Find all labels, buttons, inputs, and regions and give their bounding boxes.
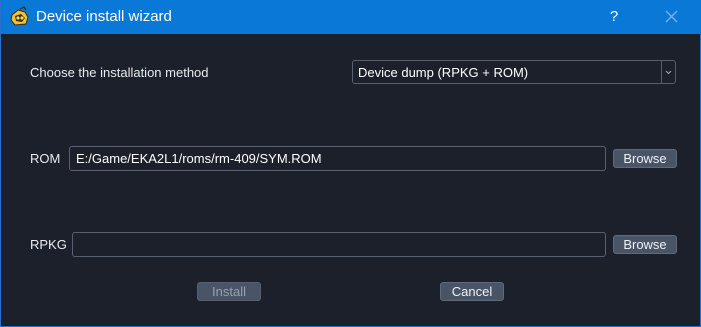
help-button[interactable]: ?	[599, 0, 629, 34]
close-icon	[665, 10, 678, 23]
cancel-button[interactable]: Cancel	[440, 282, 504, 301]
window-title: Device install wizard	[36, 8, 172, 25]
close-button[interactable]	[653, 0, 691, 34]
title-bar[interactable]: Device install wizard ?	[1, 0, 701, 34]
rom-browse-button[interactable]: Browse	[613, 149, 677, 168]
rom-label: ROM	[30, 151, 61, 166]
rom-path-field[interactable]	[69, 146, 606, 171]
installation-method-label: Choose the installation method	[30, 65, 209, 80]
installation-method-dropdown[interactable]: Device dump (RPKG + ROM)	[352, 60, 676, 84]
dropdown-arrow[interactable]	[661, 61, 675, 83]
rom-path-input[interactable]	[70, 147, 605, 170]
chevron-down-icon	[665, 70, 672, 75]
rpkg-browse-button[interactable]: Browse	[613, 235, 677, 254]
rpkg-path-field[interactable]	[72, 232, 606, 257]
device-install-wizard-window: Device install wizard ? Choose the insta…	[0, 0, 701, 327]
app-icon	[10, 6, 29, 26]
rpkg-path-input[interactable]	[73, 233, 605, 256]
rpkg-label: RPKG	[30, 237, 67, 252]
installation-method-value: Device dump (RPKG + ROM)	[358, 65, 529, 80]
install-button[interactable]: Install	[197, 282, 261, 301]
